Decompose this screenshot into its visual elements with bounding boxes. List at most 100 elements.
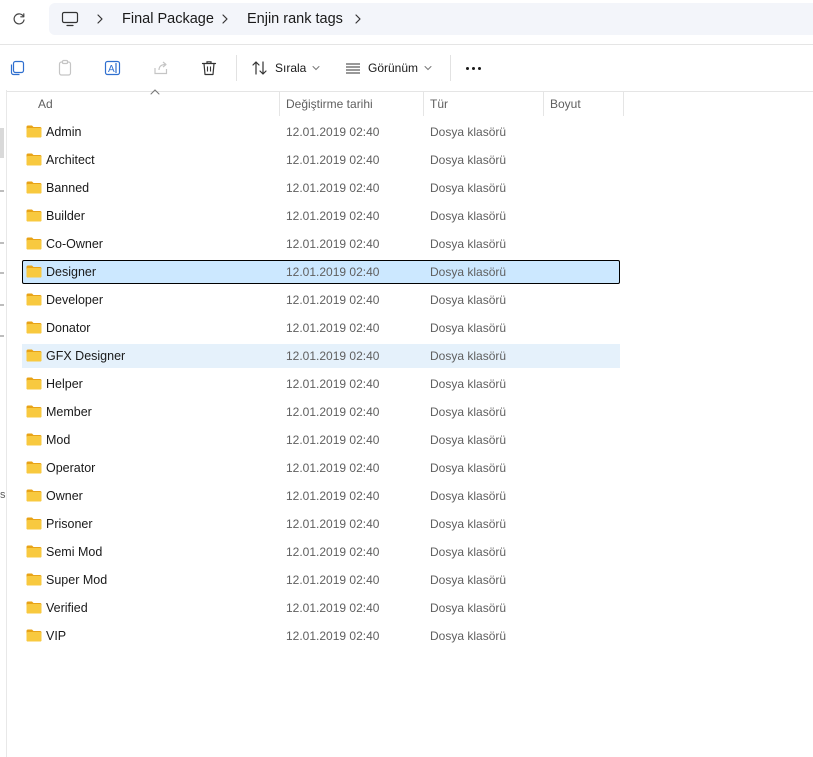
- file-type: Dosya klasörü: [430, 461, 507, 475]
- file-date-modified: 12.01.2019 02:40: [286, 545, 380, 559]
- delete-button[interactable]: [197, 56, 221, 80]
- copy-icon: [10, 60, 25, 76]
- column-header-size[interactable]: Boyut: [544, 90, 623, 116]
- file-type: Dosya klasörü: [430, 237, 507, 251]
- file-row[interactable]: Helper 12.01.2019 02:40 Dosya klasörü: [22, 372, 620, 396]
- monitor-icon[interactable]: [61, 10, 79, 28]
- folder-icon: [26, 545, 42, 558]
- file-type: Dosya klasörü: [430, 573, 507, 587]
- file-type: Dosya klasörü: [430, 153, 507, 167]
- file-type: Dosya klasörü: [430, 405, 507, 419]
- file-name: Donator: [46, 321, 91, 335]
- file-date-modified: 12.01.2019 02:40: [286, 321, 380, 335]
- column-header-type-label: Tür: [430, 97, 448, 111]
- file-row[interactable]: Co-Owner 12.01.2019 02:40 Dosya klasörü: [22, 232, 620, 256]
- chevron-right-icon[interactable]: [95, 12, 105, 26]
- column-header-date[interactable]: Değiştirme tarihi: [280, 90, 424, 116]
- file-row[interactable]: Banned 12.01.2019 02:40 Dosya klasörü: [22, 176, 620, 200]
- share-button[interactable]: [149, 56, 173, 80]
- chevron-right-icon[interactable]: [220, 12, 230, 26]
- folder-icon: [26, 573, 42, 586]
- folder-icon: [26, 209, 42, 222]
- file-row[interactable]: VIP 12.01.2019 02:40 Dosya klasörü: [22, 624, 620, 648]
- folder-icon: [26, 601, 42, 614]
- file-row[interactable]: Verified 12.01.2019 02:40 Dosya klasörü: [22, 596, 620, 620]
- folder-icon: [26, 405, 42, 418]
- nav-item-marker: [0, 272, 4, 274]
- file-type: Dosya klasörü: [430, 433, 507, 447]
- folder-icon: [26, 265, 42, 278]
- file-type: Dosya klasörü: [430, 265, 507, 279]
- column-header-type[interactable]: Tür: [424, 90, 544, 116]
- nav-pane-clipped-text: s: [0, 489, 6, 501]
- file-name: Member: [46, 405, 92, 419]
- file-row[interactable]: Operator 12.01.2019 02:40 Dosya klasörü: [22, 456, 620, 480]
- nav-selection-marker: [0, 128, 4, 158]
- file-row[interactable]: Member 12.01.2019 02:40 Dosya klasörü: [22, 400, 620, 424]
- file-type: Dosya klasörü: [430, 181, 507, 195]
- sort-icon: [252, 61, 267, 75]
- file-date-modified: 12.01.2019 02:40: [286, 209, 380, 223]
- file-name: Super Mod: [46, 573, 108, 587]
- file-date-modified: 12.01.2019 02:40: [286, 293, 380, 307]
- file-date-modified: 12.01.2019 02:40: [286, 153, 380, 167]
- file-row[interactable]: Donator 12.01.2019 02:40 Dosya klasörü: [22, 316, 620, 340]
- file-row[interactable]: Admin 12.01.2019 02:40 Dosya klasörü: [22, 120, 620, 144]
- file-row[interactable]: Owner 12.01.2019 02:40 Dosya klasörü: [22, 484, 620, 508]
- copy-button[interactable]: [5, 56, 29, 80]
- view-label: Görünüm: [368, 61, 419, 75]
- column-header-size-label: Boyut: [550, 97, 581, 111]
- file-date-modified: 12.01.2019 02:40: [286, 265, 380, 279]
- file-row[interactable]: Architect 12.01.2019 02:40 Dosya klasörü: [22, 148, 620, 172]
- column-resize-handle[interactable]: [623, 92, 624, 116]
- navigation-pane-edge[interactable]: [0, 90, 7, 757]
- file-row[interactable]: Mod 12.01.2019 02:40 Dosya klasörü: [22, 428, 620, 452]
- file-row[interactable]: Semi Mod 12.01.2019 02:40 Dosya klasörü: [22, 540, 620, 564]
- refresh-icon: [13, 13, 25, 25]
- breadcrumb-item-enjin-rank-tags[interactable]: Enjin rank tags: [247, 11, 343, 27]
- file-type: Dosya klasörü: [430, 125, 507, 139]
- more-options-button[interactable]: [466, 67, 484, 70]
- file-date-modified: 12.01.2019 02:40: [286, 433, 380, 447]
- folder-icon: [26, 293, 42, 306]
- paste-button[interactable]: [53, 56, 77, 80]
- folder-icon: [26, 377, 42, 390]
- breadcrumb-item-final-package[interactable]: Final Package: [122, 11, 214, 27]
- file-date-modified: 12.01.2019 02:40: [286, 573, 380, 587]
- file-date-modified: 12.01.2019 02:40: [286, 125, 380, 139]
- file-row[interactable]: Prisoner 12.01.2019 02:40 Dosya klasörü: [22, 512, 620, 536]
- folder-icon: [26, 349, 42, 362]
- file-name: GFX Designer: [46, 349, 126, 363]
- view-dropdown[interactable]: Görünüm: [344, 57, 432, 79]
- folder-icon: [26, 237, 42, 250]
- file-row[interactable]: Designer 12.01.2019 02:40 Dosya klasörü: [22, 260, 620, 284]
- file-name: Banned: [46, 181, 90, 195]
- file-date-modified: 12.01.2019 02:40: [286, 181, 380, 195]
- file-type: Dosya klasörü: [430, 321, 507, 335]
- file-row[interactable]: Builder 12.01.2019 02:40 Dosya klasörü: [22, 204, 620, 228]
- view-list-icon: [346, 63, 360, 74]
- refresh-button[interactable]: [9, 9, 29, 29]
- chevron-down-icon: [424, 66, 432, 71]
- file-date-modified: 12.01.2019 02:40: [286, 489, 380, 503]
- file-row[interactable]: GFX Designer 12.01.2019 02:40 Dosya klas…: [22, 344, 620, 368]
- file-date-modified: 12.01.2019 02:40: [286, 349, 380, 363]
- rename-button[interactable]: A: [101, 56, 125, 80]
- file-name: Developer: [46, 293, 103, 307]
- file-date-modified: 12.01.2019 02:40: [286, 461, 380, 475]
- file-date-modified: 12.01.2019 02:40: [286, 601, 380, 615]
- file-name: Builder: [46, 209, 85, 223]
- file-type: Dosya klasörü: [430, 601, 507, 615]
- file-type: Dosya klasörü: [430, 629, 507, 643]
- sort-dropdown[interactable]: Sırala: [251, 57, 320, 79]
- file-row[interactable]: Super Mod 12.01.2019 02:40 Dosya klasörü: [22, 568, 620, 592]
- column-header-name[interactable]: Ad: [22, 90, 280, 116]
- column-header-date-label: Değiştirme tarihi: [286, 97, 373, 111]
- address-bar[interactable]: Final Package Enjin rank tags: [49, 3, 813, 35]
- file-name: Mod: [46, 433, 71, 447]
- file-date-modified: 12.01.2019 02:40: [286, 629, 380, 643]
- address-bar-area: Final Package Enjin rank tags: [0, 0, 813, 44]
- chevron-right-icon[interactable]: [353, 12, 363, 26]
- file-row[interactable]: Developer 12.01.2019 02:40 Dosya klasörü: [22, 288, 620, 312]
- paste-icon: [58, 59, 72, 76]
